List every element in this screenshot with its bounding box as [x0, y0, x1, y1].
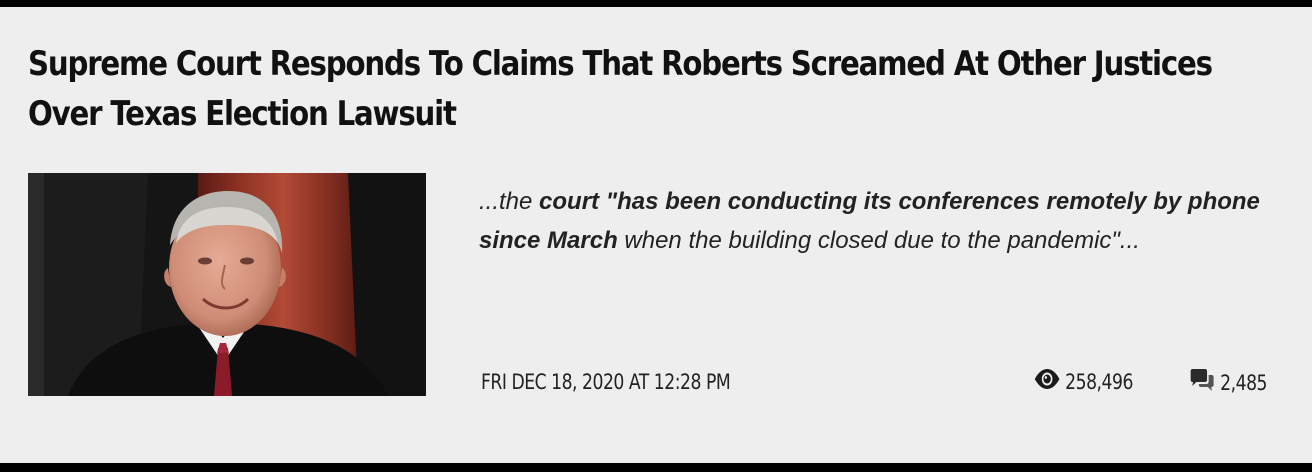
- comment-count[interactable]: 2,485: [1189, 369, 1267, 397]
- article-title[interactable]: Supreme Court Responds To Claims That Ro…: [28, 39, 1213, 139]
- article-card: Supreme Court Responds To Claims That Ro…: [0, 7, 1312, 463]
- article-date: FRI DEC 18, 2020 AT 12:28 PM: [481, 370, 731, 394]
- speech-bubbles-icon[interactable]: [1189, 369, 1215, 397]
- article-excerpt: ...the court "has been conducting its co…: [479, 183, 1269, 260]
- excerpt-lead: ...the: [479, 188, 540, 215]
- article-title-line-1[interactable]: Supreme Court Responds To Claims That Ro…: [28, 39, 1213, 89]
- view-count: 258,496: [1034, 369, 1133, 395]
- view-count-value: 258,496: [1065, 370, 1133, 394]
- article-title-line-2[interactable]: Over Texas Election Lawsuit: [28, 89, 1103, 139]
- eye-icon: [1034, 369, 1060, 395]
- excerpt-rest: when the building closed due to the pand…: [617, 226, 1140, 254]
- comment-count-value[interactable]: 2,485: [1220, 370, 1267, 396]
- article-thumbnail[interactable]: [28, 173, 426, 396]
